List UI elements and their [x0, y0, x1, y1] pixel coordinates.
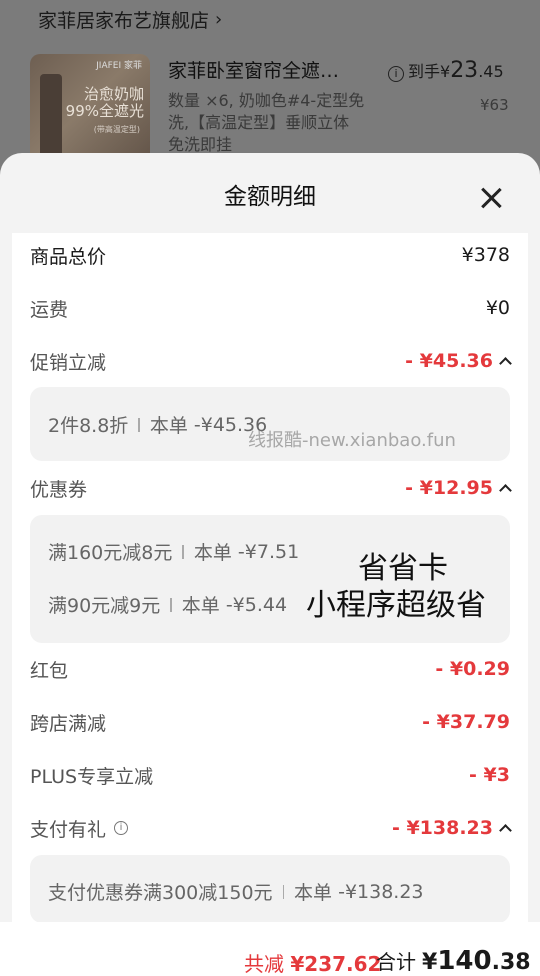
- row-plus: PLUS专享立减 - ¥3: [30, 764, 510, 788]
- final-price: i 到手¥ 23.45: [388, 58, 504, 83]
- site-watermark: 线报酷-new.xianbao.fun: [248, 430, 456, 451]
- total-amount: 合计 ¥140.38: [376, 946, 531, 976]
- shop-name-link[interactable]: 家菲居家布艺旗舰店 ›: [38, 4, 222, 34]
- thumb-note: (带高温定型): [93, 125, 140, 134]
- row-shipping: 运费 ¥0: [30, 297, 510, 321]
- chevron-up-icon[interactable]: [499, 484, 512, 497]
- detail-list: 商品总价 ¥378 运费 ¥0 促销立减 - ¥45.36 2件8.8折 本单 -…: [12, 233, 528, 923]
- product-spec: 数量 ×6, 奶咖色#4-定型免洗,【高温定型】垂顺立体 免洗即挂: [168, 91, 365, 154]
- overlay-text-2: 小程序超级省: [306, 588, 486, 623]
- chevron-up-icon[interactable]: [499, 824, 512, 837]
- coupon-detail-1: 满160元减8元 本单 -¥7.51: [48, 540, 300, 565]
- thumb-slogan: 治愈奶咖 99%全遮光: [65, 85, 144, 120]
- row-goods-total: 商品总价 ¥378: [30, 244, 510, 268]
- coupon-detail-2: 满90元减9元 本单 -¥5.44: [48, 593, 288, 618]
- row-cross-store: 跨店满减 - ¥37.79: [30, 711, 510, 735]
- row-promo[interactable]: 促销立减 - ¥45.36: [30, 346, 512, 376]
- shop-name: 家菲居家布艺旗舰店: [38, 9, 210, 32]
- amount-detail-sheet: 金额明细 商品总价 ¥378 运费 ¥0 促销立减 - ¥45.36 2件8.8…: [0, 153, 540, 976]
- promo-detail: 2件8.8折 本单 -¥45.36: [48, 413, 268, 438]
- sheet-title: 金额明细: [224, 184, 316, 210]
- chevron-right-icon: ›: [215, 8, 223, 30]
- total-discount: 共减 ¥237.62: [244, 952, 382, 976]
- thumb-brand: JIAFEI 家菲: [96, 61, 142, 71]
- info-icon[interactable]: i: [114, 821, 129, 835]
- original-price: ¥63: [480, 96, 509, 114]
- row-payment[interactable]: 支付有礼 i - ¥138.23: [30, 813, 512, 843]
- row-coupon[interactable]: 优惠券 - ¥12.95: [30, 473, 512, 503]
- payment-detail: 支付优惠券满300减150元 本单 -¥138.23: [48, 880, 424, 905]
- close-icon[interactable]: [476, 183, 506, 213]
- info-icon[interactable]: i: [388, 66, 404, 82]
- chevron-up-icon[interactable]: [499, 357, 512, 370]
- row-red-packet: 红包 - ¥0.29: [30, 658, 510, 682]
- product-title[interactable]: 家菲卧室窗帘全遮…: [168, 56, 368, 83]
